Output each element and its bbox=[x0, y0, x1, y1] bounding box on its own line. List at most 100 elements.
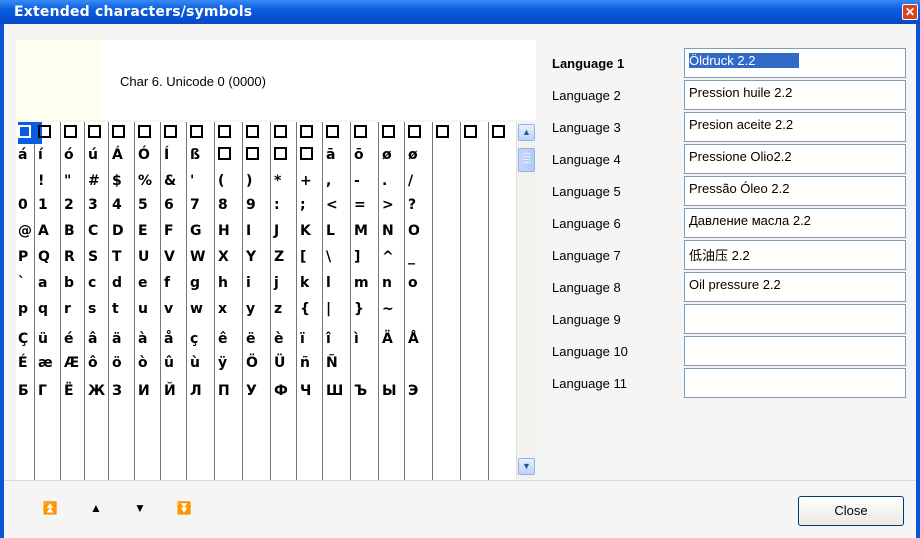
char-cell[interactable]: û bbox=[164, 352, 188, 374]
char-cell[interactable]: □ bbox=[354, 122, 378, 144]
char-cell[interactable]: y bbox=[246, 298, 270, 320]
char-cell[interactable]: e bbox=[138, 272, 162, 294]
char-cell[interactable]: □ bbox=[246, 122, 270, 144]
char-cell[interactable]: Ъ bbox=[354, 380, 378, 402]
char-cell[interactable]: B bbox=[64, 220, 88, 242]
char-cell[interactable]: У bbox=[246, 380, 270, 402]
language-input[interactable] bbox=[684, 304, 906, 334]
char-cell[interactable]: Ñ bbox=[326, 352, 350, 374]
scroll-up-button[interactable]: ▲ bbox=[518, 124, 535, 141]
char-cell[interactable]: □ bbox=[326, 122, 350, 144]
char-cell[interactable]: ø bbox=[382, 144, 406, 166]
char-cell[interactable]: ì bbox=[354, 328, 378, 350]
char-cell[interactable]: □ bbox=[38, 122, 62, 144]
char-cell[interactable]: □ bbox=[64, 122, 88, 144]
char-cell[interactable]: + bbox=[300, 170, 324, 192]
first-page-button[interactable]: ⏫ bbox=[40, 500, 60, 516]
char-cell[interactable]: G bbox=[190, 220, 214, 242]
char-cell[interactable]: % bbox=[138, 170, 162, 192]
char-cell[interactable]: ø bbox=[408, 144, 432, 166]
char-cell[interactable]: _ bbox=[408, 246, 432, 268]
char-cell[interactable]: [ bbox=[300, 246, 324, 268]
char-cell[interactable]: a bbox=[38, 272, 62, 294]
char-cell[interactable]: c bbox=[88, 272, 112, 294]
char-cell[interactable]: ÿ bbox=[218, 352, 242, 374]
char-cell[interactable]: # bbox=[88, 170, 112, 192]
char-cell[interactable]: ~ bbox=[382, 298, 406, 320]
char-cell[interactable]: Ü bbox=[274, 352, 298, 374]
char-cell[interactable]: N bbox=[382, 220, 406, 242]
char-cell[interactable]: Э bbox=[408, 380, 432, 402]
close-icon[interactable]: ✕ bbox=[902, 4, 918, 20]
char-cell[interactable]: Ö bbox=[246, 352, 270, 374]
char-cell[interactable]: □ bbox=[436, 122, 460, 144]
char-cell[interactable]: " bbox=[64, 170, 88, 192]
char-cell[interactable] bbox=[408, 352, 432, 374]
char-cell[interactable]: □ bbox=[464, 122, 488, 144]
char-cell[interactable]: ô bbox=[88, 352, 112, 374]
char-cell[interactable]: □ bbox=[164, 122, 188, 144]
char-cell[interactable]: ó bbox=[64, 144, 88, 166]
char-cell[interactable]: K bbox=[300, 220, 324, 242]
char-cell[interactable]: ^ bbox=[382, 246, 406, 268]
char-cell[interactable]: t bbox=[112, 298, 136, 320]
char-cell[interactable]: I bbox=[246, 220, 270, 242]
char-cell[interactable]: И bbox=[138, 380, 162, 402]
char-cell[interactable]: □ bbox=[274, 144, 298, 166]
char-cell[interactable]: | bbox=[326, 298, 350, 320]
char-cell[interactable]: □ bbox=[246, 144, 270, 166]
char-cell[interactable]: { bbox=[300, 298, 324, 320]
char-cell[interactable]: 4 bbox=[112, 194, 136, 216]
char-cell[interactable]: à bbox=[138, 328, 162, 350]
char-cell[interactable]: ò bbox=[138, 352, 162, 374]
char-cell[interactable]: ü bbox=[38, 328, 62, 350]
char-cell[interactable]: . bbox=[382, 170, 406, 192]
char-cell[interactable]: U bbox=[138, 246, 162, 268]
char-cell[interactable]: , bbox=[326, 170, 350, 192]
char-cell[interactable]: П bbox=[218, 380, 242, 402]
char-cell[interactable]: b bbox=[64, 272, 88, 294]
char-cell[interactable]: Ё bbox=[64, 380, 88, 402]
char-cell[interactable]: ; bbox=[300, 194, 324, 216]
char-cell[interactable]: r bbox=[64, 298, 88, 320]
char-cell[interactable]: w bbox=[190, 298, 214, 320]
char-cell[interactable]: í bbox=[38, 144, 62, 166]
char-cell[interactable]: ] bbox=[354, 246, 378, 268]
char-cell[interactable]: : bbox=[274, 194, 298, 216]
language-input[interactable]: Pressão Óleo 2.2 bbox=[684, 176, 906, 206]
character-grid[interactable]: □□□□□□□□□□□□□□□□□□□áíóúÁÓÍß□□□□āōøø!"#$%… bbox=[16, 122, 516, 480]
char-cell[interactable]: D bbox=[112, 220, 136, 242]
char-cell[interactable]: C bbox=[88, 220, 112, 242]
char-cell[interactable]: Y bbox=[246, 246, 270, 268]
char-cell[interactable]: □ bbox=[218, 144, 242, 166]
char-cell[interactable]: 2 bbox=[64, 194, 88, 216]
char-cell[interactable]: - bbox=[354, 170, 378, 192]
char-cell[interactable]: ç bbox=[190, 328, 214, 350]
char-cell[interactable]: □ bbox=[408, 122, 432, 144]
last-page-button[interactable]: ⏬ bbox=[174, 500, 194, 516]
language-input[interactable]: Presion aceite 2.2 bbox=[684, 112, 906, 142]
char-cell[interactable]: ō bbox=[354, 144, 378, 166]
char-cell[interactable]: l bbox=[326, 272, 350, 294]
char-cell[interactable]: m bbox=[354, 272, 378, 294]
char-cell[interactable]: d bbox=[112, 272, 136, 294]
language-input[interactable] bbox=[684, 368, 906, 398]
char-cell[interactable]: □ bbox=[190, 122, 214, 144]
char-cell[interactable]: ß bbox=[190, 144, 214, 166]
char-cell[interactable]: Å bbox=[408, 328, 432, 350]
char-cell[interactable]: E bbox=[138, 220, 162, 242]
char-cell[interactable]: H bbox=[218, 220, 242, 242]
char-cell[interactable]: M bbox=[354, 220, 378, 242]
char-cell[interactable]: n bbox=[382, 272, 406, 294]
char-cell[interactable]: Í bbox=[164, 144, 188, 166]
char-cell[interactable]: Ж bbox=[88, 380, 112, 402]
char-cell[interactable]: 9 bbox=[246, 194, 270, 216]
char-cell[interactable]: / bbox=[408, 170, 432, 192]
char-cell[interactable]: î bbox=[326, 328, 350, 350]
char-cell[interactable]: □ bbox=[88, 122, 112, 144]
char-cell[interactable] bbox=[382, 352, 406, 374]
char-cell[interactable]: g bbox=[190, 272, 214, 294]
char-cell[interactable]: ? bbox=[408, 194, 432, 216]
char-cell[interactable]: □ bbox=[300, 122, 324, 144]
language-input[interactable]: Давление масла 2.2 bbox=[684, 208, 906, 238]
